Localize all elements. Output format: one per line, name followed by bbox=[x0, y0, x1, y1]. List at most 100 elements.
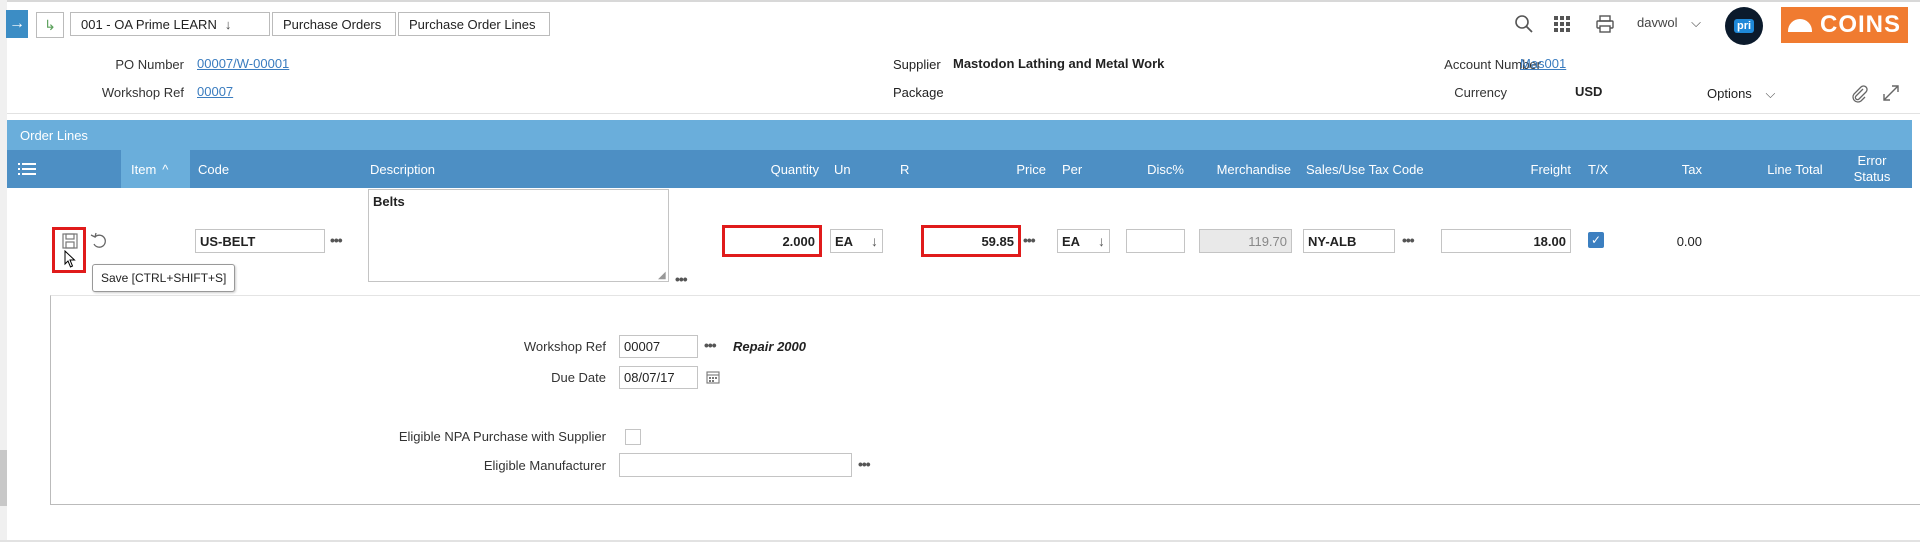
po-number-link[interactable]: 00007/W-00001 bbox=[197, 56, 289, 71]
nav-toggle-button[interactable]: → bbox=[6, 10, 28, 38]
logo-dome-icon bbox=[1787, 18, 1812, 32]
po-number-label: PO Number bbox=[115, 57, 184, 72]
breadcrumb-label: 001 - OA Prime LEARN bbox=[81, 16, 217, 32]
due-date-input[interactable]: 08/07/17 bbox=[619, 366, 698, 389]
column-price[interactable]: Price bbox=[960, 150, 1046, 188]
column-line-total[interactable]: Line Total bbox=[1760, 150, 1830, 188]
column-unit[interactable]: Un bbox=[834, 150, 851, 188]
manufacturer-input[interactable] bbox=[619, 453, 852, 477]
column-per[interactable]: Per bbox=[1062, 150, 1082, 188]
calendar-icon[interactable] bbox=[705, 369, 721, 385]
breadcrumb-purchase-order-lines[interactable]: Purchase Order Lines bbox=[398, 12, 550, 36]
npa-label: Eligible NPA Purchase with Supplier bbox=[398, 429, 606, 444]
expand-icon[interactable] bbox=[1880, 82, 1902, 104]
account-number-link[interactable]: Mas001 bbox=[1520, 56, 1566, 71]
disc-input[interactable] bbox=[1126, 229, 1185, 253]
code-input[interactable]: US-BELT bbox=[195, 229, 325, 253]
tax-value: 0.00 bbox=[1676, 234, 1702, 249]
tax-code-input[interactable]: NY-ALB bbox=[1303, 229, 1395, 253]
line-detail-panel bbox=[50, 295, 1920, 505]
left-scroll-strip bbox=[0, 0, 7, 542]
tax-code-lookup-icon[interactable]: ••• bbox=[1402, 232, 1415, 248]
chevron-down-icon: ⌵ bbox=[1765, 86, 1776, 101]
unit-select[interactable]: EA ↓ bbox=[830, 229, 883, 253]
supplier-value: Mastodon Lathing and Metal Work bbox=[953, 56, 1165, 71]
account-number-label: Account Number bbox=[1444, 57, 1541, 72]
apps-grid-icon[interactable] bbox=[1552, 14, 1572, 34]
avatar-text: pri bbox=[1733, 19, 1755, 33]
manufacturer-label: Eligible Manufacturer bbox=[483, 458, 606, 473]
order-lines-header: Order Lines bbox=[7, 120, 1912, 150]
workshop-ref-description: Repair 2000 bbox=[733, 339, 806, 354]
top-border bbox=[0, 0, 1920, 2]
undo-icon[interactable] bbox=[89, 231, 111, 251]
save-tooltip: Save [CTRL+SHIFT+S] bbox=[92, 264, 236, 292]
currency-label: Currency bbox=[1454, 85, 1507, 100]
paperclip-icon[interactable] bbox=[1850, 84, 1870, 104]
column-description[interactable]: Description bbox=[370, 150, 435, 188]
column-item[interactable]: Item ^ bbox=[131, 150, 189, 188]
arrow-right-icon: → bbox=[9, 15, 25, 32]
due-date-label: Due Date bbox=[551, 370, 606, 385]
checkmark-icon: ✓ bbox=[1590, 233, 1602, 247]
column-freight[interactable]: Freight bbox=[1480, 150, 1571, 188]
sort-asc-icon: ^ bbox=[162, 161, 169, 177]
price-lookup-icon[interactable]: ••• bbox=[1023, 232, 1036, 248]
per-value: EA bbox=[1062, 233, 1081, 249]
breadcrumb-purchase-orders[interactable]: Purchase Orders bbox=[272, 12, 396, 36]
column-tx[interactable]: T/X bbox=[1588, 150, 1608, 188]
price-input[interactable]: 59.85 bbox=[921, 225, 1021, 257]
npa-checkbox[interactable] bbox=[625, 429, 641, 445]
mouse-cursor-icon bbox=[64, 249, 76, 271]
freight-input[interactable]: 18.00 bbox=[1441, 229, 1571, 253]
username: davwol bbox=[1637, 15, 1678, 30]
home-breadcrumb-button[interactable]: ↳ bbox=[36, 12, 64, 38]
column-r[interactable]: R bbox=[900, 150, 909, 188]
detail-workshop-ref-label: Workshop Ref bbox=[523, 339, 606, 354]
column-quantity[interactable]: Quantity bbox=[740, 150, 819, 188]
supplier-label: Supplier bbox=[893, 57, 941, 72]
merchandise-field: 119.70 bbox=[1199, 229, 1292, 253]
breadcrumb-company[interactable]: 001 - OA Prime LEARN ↓ bbox=[70, 12, 270, 36]
workshop-ref-link[interactable]: 00007 bbox=[197, 84, 233, 99]
tx-checkbox[interactable]: ✓ bbox=[1588, 232, 1604, 248]
tooltip-text: Save [CTRL+SHIFT+S] bbox=[101, 271, 227, 285]
column-disc[interactable]: Disc% bbox=[1120, 150, 1184, 188]
column-menu-icon[interactable] bbox=[18, 150, 40, 188]
options-menu[interactable]: Options ⌵ bbox=[1707, 86, 1775, 102]
search-icon[interactable] bbox=[1513, 13, 1535, 35]
coins-logo: COINS bbox=[1781, 7, 1908, 43]
column-code[interactable]: Code bbox=[198, 150, 229, 188]
breadcrumb-label: Purchase Orders bbox=[283, 16, 382, 32]
currency-value: USD bbox=[1575, 84, 1603, 99]
column-merchandise[interactable]: Merchandise bbox=[1200, 150, 1291, 188]
detail-workshop-ref-input[interactable]: 00007 bbox=[619, 335, 698, 358]
description-textarea[interactable]: Belts bbox=[368, 189, 669, 282]
resize-grip-icon[interactable]: ◢ bbox=[658, 270, 666, 281]
chevron-down-icon: ⌵ bbox=[1691, 15, 1701, 30]
package-label: Package bbox=[893, 85, 944, 100]
column-tax-code[interactable]: Sales/Use Tax Code bbox=[1306, 150, 1424, 188]
arrow-down-icon: ↓ bbox=[1098, 233, 1105, 249]
section-title: Order Lines bbox=[20, 127, 88, 143]
unit-value: EA bbox=[835, 233, 854, 249]
print-icon[interactable] bbox=[1594, 13, 1616, 35]
workshop-ref-lookup-icon[interactable]: ••• bbox=[704, 337, 717, 353]
column-tax[interactable]: Tax bbox=[1640, 150, 1702, 188]
column-error-status[interactable]: Error Status bbox=[1850, 150, 1894, 188]
quantity-input[interactable]: 2.000 bbox=[722, 225, 822, 257]
save-icon[interactable] bbox=[61, 232, 79, 250]
arrow-down-icon: ↓ bbox=[224, 16, 232, 32]
breadcrumb-label: Purchase Order Lines bbox=[409, 16, 536, 32]
arrow-down-icon: ↓ bbox=[871, 233, 878, 249]
per-select[interactable]: EA ↓ bbox=[1057, 229, 1110, 253]
enter-icon: ↳ bbox=[44, 16, 56, 33]
manufacturer-lookup-icon[interactable]: ••• bbox=[858, 456, 871, 472]
header-separator bbox=[7, 113, 1920, 114]
scrollbar-thumb[interactable] bbox=[0, 450, 7, 506]
code-lookup-icon[interactable]: ••• bbox=[330, 232, 343, 248]
column-label: Item bbox=[131, 161, 157, 177]
user-menu[interactable]: davwol ⌵ bbox=[1637, 15, 1701, 31]
description-lookup-icon[interactable]: ••• bbox=[675, 271, 688, 287]
avatar[interactable]: pri bbox=[1725, 7, 1763, 45]
